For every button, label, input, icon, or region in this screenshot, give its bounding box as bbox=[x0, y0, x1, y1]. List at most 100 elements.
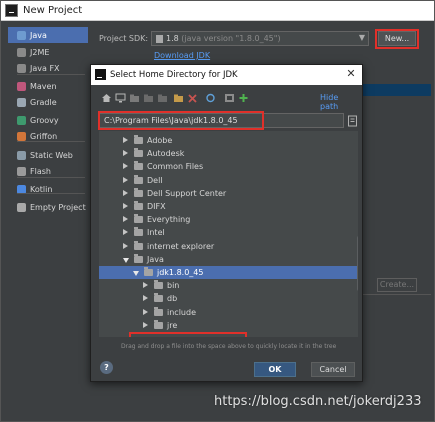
dialog-titlebar: Select Home Directory for JDK ✕ bbox=[91, 65, 362, 85]
tree-node[interactable]: Java bbox=[99, 253, 358, 266]
tree-node[interactable]: jre bbox=[99, 319, 358, 332]
project-type-kotlin[interactable]: Kotlin bbox=[8, 181, 88, 197]
folder-icon bbox=[154, 293, 163, 303]
home-icon[interactable] bbox=[101, 93, 112, 103]
tree-node[interactable]: Dell bbox=[99, 174, 358, 187]
expand-right-icon[interactable] bbox=[123, 137, 128, 143]
project-type-label: Static Web bbox=[30, 150, 73, 160]
project-type-maven[interactable]: Maven bbox=[8, 78, 88, 94]
project-type-label: Griffon bbox=[30, 131, 58, 141]
project-type-label: Groovy bbox=[30, 115, 59, 125]
expand-right-icon[interactable] bbox=[143, 308, 148, 315]
tree-node-label: Autodesk bbox=[147, 149, 185, 159]
tree-node[interactable]: include bbox=[99, 306, 358, 319]
new-folder-icon[interactable] bbox=[173, 93, 184, 103]
expand-right-icon[interactable] bbox=[123, 150, 128, 157]
project-type-label: Java FX bbox=[30, 63, 60, 73]
expand-right-icon[interactable] bbox=[143, 321, 148, 328]
groovy-icon bbox=[17, 115, 26, 125]
new-project-window: New Project Java J2ME Java FX Maven Gradle Gr… bbox=[0, 0, 435, 422]
ok-button[interactable]: OK bbox=[254, 362, 296, 377]
tree-node[interactable]: Adobe bbox=[99, 134, 358, 147]
chevron-down-icon: ▼ bbox=[358, 33, 365, 42]
expand-right-icon[interactable] bbox=[143, 295, 148, 302]
project-type-label: Maven bbox=[30, 81, 57, 91]
folder-icon bbox=[134, 227, 143, 237]
project-icon[interactable] bbox=[129, 93, 140, 103]
project-type-j2me[interactable]: J2ME bbox=[8, 44, 88, 60]
expand-right-icon[interactable] bbox=[123, 216, 128, 223]
intellij-app-icon bbox=[5, 4, 18, 17]
tree-node[interactable]: Intel bbox=[99, 226, 358, 239]
project-sdk-select[interactable]: 1.8 (java version "1.8.0_45") ▼ bbox=[151, 31, 369, 46]
tree-node[interactable]: Autodesk bbox=[99, 147, 358, 160]
desktop-icon[interactable] bbox=[115, 93, 126, 103]
module-dir-icon[interactable] bbox=[157, 93, 168, 103]
javafx-icon bbox=[17, 63, 26, 73]
gradle-icon bbox=[17, 97, 26, 107]
delete-icon[interactable] bbox=[187, 93, 198, 103]
expand-right-icon[interactable] bbox=[123, 189, 128, 196]
module-icon[interactable] bbox=[143, 93, 154, 103]
expand-right-icon[interactable] bbox=[123, 242, 128, 249]
help-button[interactable]: ? bbox=[100, 361, 113, 374]
tree-node-label: jre bbox=[167, 320, 178, 330]
window-titlebar: New Project bbox=[1, 1, 434, 21]
expand-right-icon[interactable] bbox=[143, 282, 148, 289]
intellij-app-icon bbox=[95, 69, 106, 80]
expand-right-icon[interactable] bbox=[123, 229, 128, 236]
expand-right-icon[interactable] bbox=[123, 203, 128, 209]
folder-icon bbox=[17, 30, 26, 40]
tree-node-label: include bbox=[167, 307, 196, 317]
tree-node[interactable]: internet explorer bbox=[99, 240, 358, 253]
folder-icon bbox=[154, 280, 163, 290]
folder-icon bbox=[134, 240, 143, 250]
tree-node[interactable]: Everything bbox=[99, 213, 358, 226]
directory-tree[interactable]: Adobe Autodesk Common Files Dell Dell Suppor… bbox=[99, 131, 358, 337]
tree-node-label: internet explorer bbox=[147, 241, 215, 251]
path-history-icon[interactable] bbox=[347, 114, 358, 127]
tree-node[interactable]: bin bbox=[99, 279, 358, 292]
tree-node[interactable]: jdk1.8.0_45 bbox=[99, 266, 358, 279]
folder-icon bbox=[134, 161, 143, 171]
tree-node-label: Dell Support Center bbox=[147, 188, 227, 198]
project-type-groovy[interactable]: Groovy bbox=[8, 112, 88, 128]
highlight-box-path bbox=[98, 111, 264, 130]
show-hidden-icon[interactable] bbox=[224, 93, 235, 103]
download-jdk-link[interactable]: Download JDK bbox=[154, 51, 210, 60]
project-type-empty-project[interactable]: Empty Project bbox=[8, 199, 88, 215]
refresh-icon[interactable] bbox=[205, 93, 216, 103]
maven-icon bbox=[17, 81, 26, 91]
tree-node-label: jdk1.8.0_45 bbox=[157, 268, 204, 277]
folder-icon bbox=[134, 174, 143, 184]
tree-node[interactable]: Common Files bbox=[99, 160, 358, 173]
project-type-gradle[interactable]: Gradle bbox=[8, 94, 88, 110]
project-type-label: Gradle bbox=[30, 97, 57, 107]
dialog-title: Select Home Directory for JDK bbox=[110, 70, 238, 80]
expand-down-icon[interactable] bbox=[123, 257, 129, 263]
tree-node-label: bin bbox=[167, 281, 180, 291]
window-title: New Project bbox=[23, 5, 83, 16]
add-icon[interactable] bbox=[238, 93, 249, 103]
project-type-static-web[interactable]: Static Web bbox=[8, 147, 88, 163]
tree-node[interactable]: db bbox=[99, 292, 358, 305]
flash-icon bbox=[17, 166, 26, 176]
project-type-list: Java J2ME Java FX Maven Gradle Groovy Griffon S… bbox=[8, 25, 88, 419]
hide-path-link[interactable]: Hide path bbox=[320, 93, 357, 111]
tree-node-label: Dell bbox=[147, 175, 163, 185]
tree-node[interactable]: DIFX bbox=[99, 200, 358, 213]
file-chooser-toolbar: Hide path bbox=[99, 92, 357, 111]
j2me-icon bbox=[17, 47, 26, 57]
expand-down-icon[interactable] bbox=[133, 271, 139, 276]
selected-row-strip bbox=[351, 84, 431, 96]
watermark: https://blog.csdn.net/jokerdj233 bbox=[214, 394, 422, 409]
cancel-button[interactable]: Cancel bbox=[311, 362, 355, 377]
tree-scrollbar[interactable] bbox=[357, 236, 358, 291]
expand-right-icon[interactable] bbox=[123, 176, 128, 183]
expand-right-icon[interactable] bbox=[123, 163, 128, 170]
project-type-java[interactable]: Java bbox=[8, 27, 88, 43]
create-button[interactable]: Create... bbox=[377, 278, 417, 292]
project-type-label: Flash bbox=[30, 166, 51, 176]
tree-node[interactable]: Dell Support Center bbox=[99, 187, 358, 200]
close-icon[interactable]: ✕ bbox=[344, 67, 358, 81]
